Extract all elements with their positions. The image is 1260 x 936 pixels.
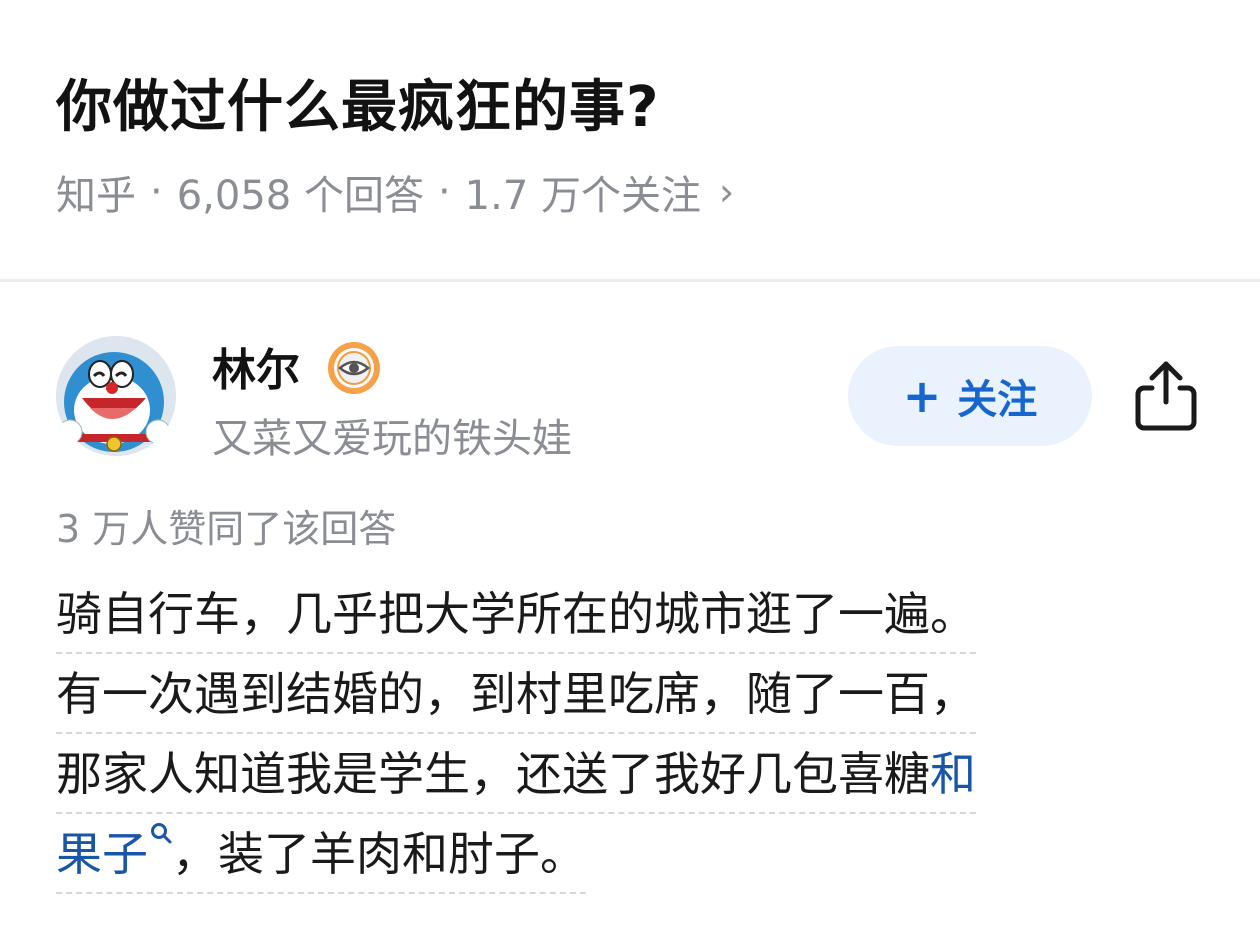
answer-text: 那家人知道我是学生，还送了我好几包喜糖 [56, 747, 930, 801]
follow-button[interactable]: + 关注 [848, 346, 1092, 446]
question-title[interactable]: 你做过什么最疯狂的事? [56, 62, 659, 143]
answer-line: 骑自行车，几乎把大学所在的城市逛了一遍。 [56, 574, 976, 654]
follower-count: 1.7 万个关注 [464, 173, 701, 219]
share-icon[interactable] [1134, 358, 1198, 432]
answer-body[interactable]: 骑自行车，几乎把大学所在的城市逛了一遍。 有一次遇到结婚的，到村里吃席，随了一百… [56, 574, 1206, 894]
answer-text: ，装了羊肉和肘子。 [172, 827, 586, 881]
follow-label: 关注 [957, 377, 1038, 423]
section-divider [0, 279, 1260, 282]
meta-separator: · [437, 169, 451, 215]
chevron-right-icon[interactable]: › [719, 170, 734, 214]
answer-line: 果子 ，装了羊肉和肘子。 [56, 814, 586, 894]
author-name[interactable]: 林尔 [212, 334, 300, 398]
author-bio: 又菜又爱玩的铁头娃 [212, 416, 572, 462]
upvote-count: 3 万人赞同了该回答 [56, 507, 397, 551]
plus-icon: + [902, 369, 942, 423]
doraemon-avatar-icon [56, 336, 176, 456]
eye-badge-icon[interactable] [326, 340, 382, 396]
question-meta[interactable]: 知乎 · 6,058 个回答 · 1.7 万个关注 › [56, 162, 734, 222]
answer-line: 有一次遇到结婚的，到村里吃席，随了一百， [56, 654, 976, 734]
search-link[interactable]: 果子 [56, 827, 148, 881]
answer-count: 6,058 个回答 [176, 173, 424, 219]
meta-separator: · [150, 169, 163, 215]
source-label: 知乎 [56, 173, 136, 219]
avatar[interactable] [56, 336, 176, 456]
search-icon[interactable] [150, 822, 172, 848]
answer-line: 那家人知道我是学生，还送了我好几包喜糖和 [56, 734, 976, 814]
search-link-start[interactable]: 和 [930, 747, 976, 801]
